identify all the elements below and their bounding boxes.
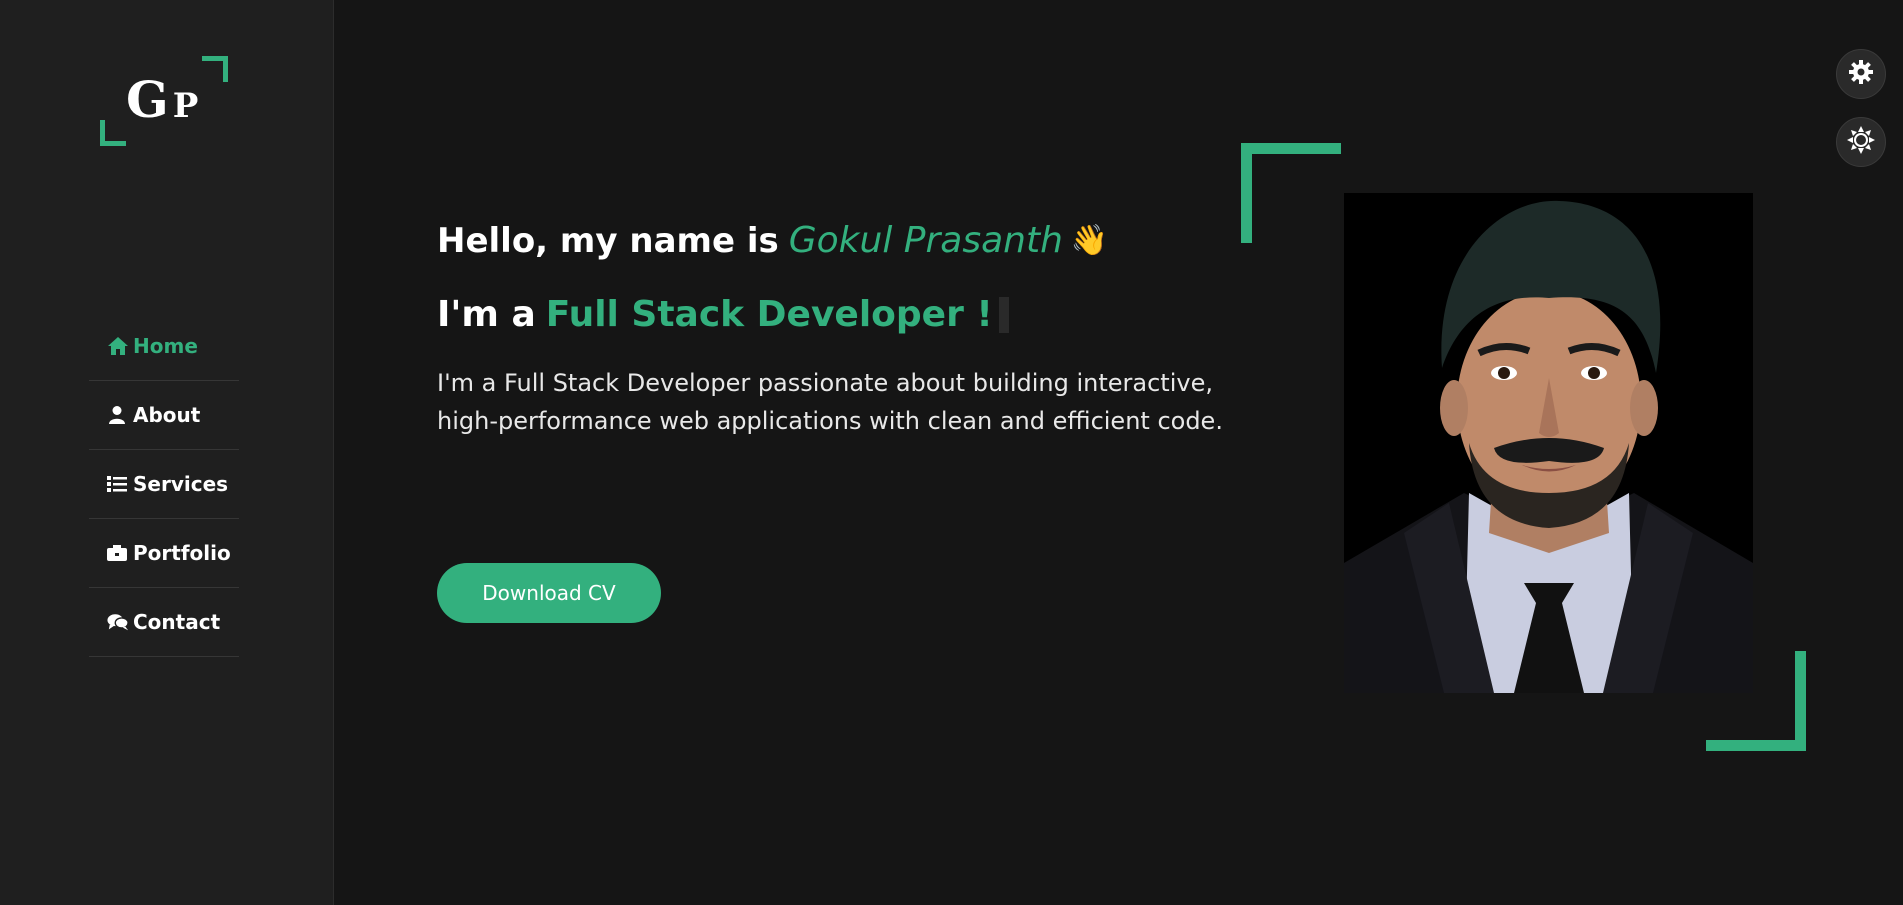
logo-letter-g: G (126, 70, 169, 129)
nav-item-about[interactable]: About (89, 381, 239, 450)
download-cv-button[interactable]: Download CV (437, 563, 661, 623)
hero-description: I'm a Full Stack Developer passionate ab… (437, 369, 1223, 435)
hero-name: Gokul Prasanth (788, 220, 1063, 261)
nav-label-contact: Contact (133, 610, 221, 634)
role-prefix: I'm a (437, 294, 536, 335)
typing-cursor (998, 296, 1009, 333)
main-nav: Home About Services Portfolio Contact (89, 312, 239, 657)
nav-label-about: About (133, 403, 201, 427)
settings-button[interactable] (1836, 49, 1886, 99)
greeting-text: Hello, my name is (437, 220, 779, 261)
home-icon (107, 336, 129, 356)
role-text: Full Stack Developer ! (545, 294, 993, 335)
nav-item-portfolio[interactable]: Portfolio (89, 519, 239, 588)
profile-photo (1344, 193, 1753, 693)
wave-icon: 👋 (1070, 223, 1109, 258)
chat-icon (107, 612, 129, 632)
nav-label-home: Home (133, 334, 198, 358)
sun-icon (1847, 126, 1875, 158)
hero-role: I'm a Full Stack Developer ! (437, 294, 1009, 335)
theme-toggle-button[interactable] (1836, 117, 1886, 167)
nav-item-contact[interactable]: Contact (89, 588, 239, 657)
photo-frame-top-left (1241, 143, 1341, 243)
briefcase-icon (107, 543, 129, 563)
nav-item-services[interactable]: Services (89, 450, 239, 519)
list-icon (107, 474, 129, 494)
sidebar: GP Home About Services Portfolio Contact (0, 0, 334, 905)
nav-label-services: Services (133, 472, 229, 496)
nav-item-home[interactable]: Home (89, 312, 239, 381)
user-icon (107, 405, 129, 425)
logo[interactable]: GP (100, 56, 228, 146)
logo-letter-p: P (172, 86, 199, 126)
logo-corner-bottom-left (100, 120, 126, 146)
hero-greeting: Hello, my name is Gokul Prasanth 👋 (437, 220, 1108, 261)
logo-corner-top-right (202, 56, 228, 82)
logo-text: GP (126, 70, 198, 129)
nav-label-portfolio: Portfolio (133, 541, 231, 565)
gear-icon (1848, 59, 1874, 89)
